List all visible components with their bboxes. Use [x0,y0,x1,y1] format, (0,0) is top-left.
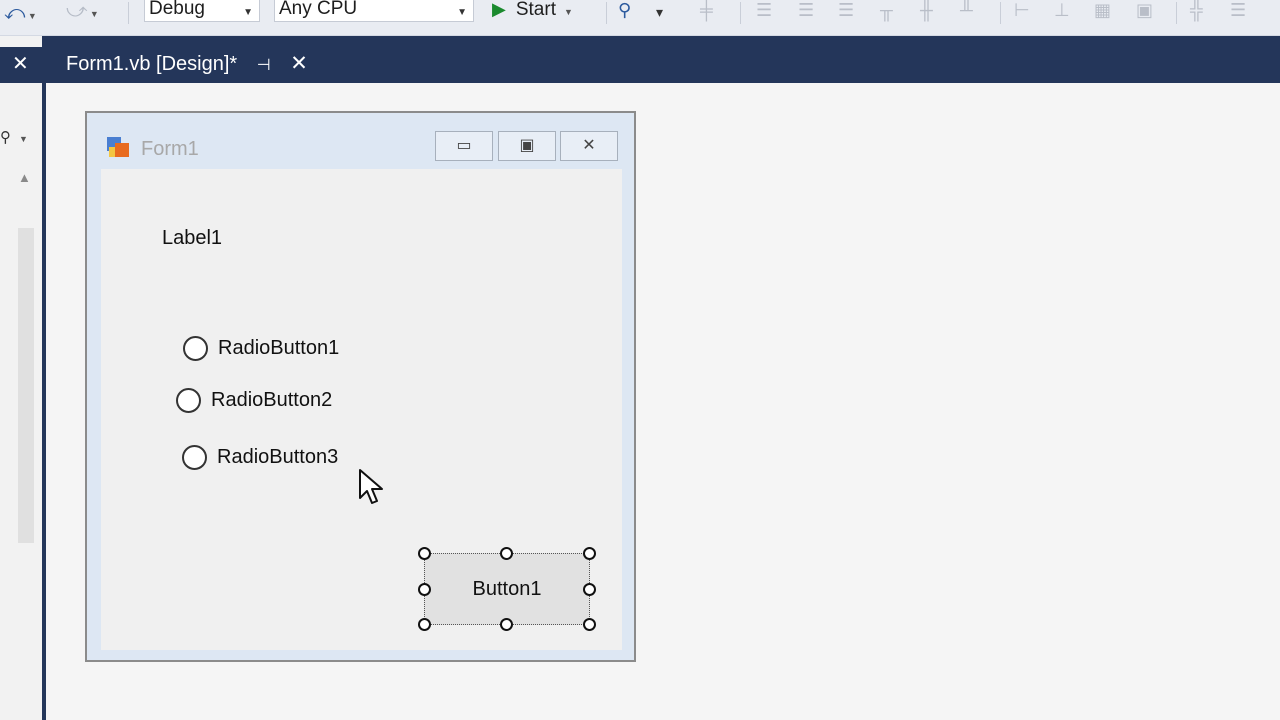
toolbar-separator [1000,2,1001,24]
resize-handle-top-right[interactable] [583,547,596,560]
search-dropdown-icon[interactable]: ▼ [19,134,28,144]
combo-caret-icon: ▼ [243,7,253,18]
start-dropdown-icon[interactable]: ▼ [564,7,573,17]
make-same-size-icon[interactable]: ▣ [1136,0,1153,20]
undo-button[interactable]: ⤺ ▼ [4,2,37,27]
pin-icon[interactable]: ⊣ [257,49,271,83]
maximize-button[interactable]: ▣ [498,131,556,161]
resize-handle-right[interactable] [583,583,596,596]
align-to-grid-icon[interactable]: ╪ [700,0,713,20]
main-toolbar: ⤺ ▼ ⤻ ▼ Debug ▼ Any CPU ▼ ▶ Start ▼ ⚲ ▾ ╪ … [0,0,1280,36]
radio-circle-icon [183,336,208,361]
radio-label: RadioButton2 [211,389,333,411]
close-icon: ✕ [582,137,596,154]
close-button[interactable]: ✕ [560,131,618,161]
resize-handle-top[interactable] [500,547,513,560]
toolbar-separator [740,2,741,24]
form-titlebar: Form1 ▭ ▣ ✕ [87,113,634,175]
maximize-icon: ▣ [519,137,535,154]
radio-button-3[interactable]: RadioButton3 [182,445,338,470]
size-to-grid-icon[interactable]: ▦ [1094,0,1111,20]
radio-button-2[interactable]: RadioButton2 [176,388,332,413]
mouse-cursor-icon [359,469,383,504]
toolbox-panel: ⚲ ▼ ▲ [0,36,46,720]
form-icon [107,137,129,159]
align-middles-icon[interactable]: ╫ [920,0,933,20]
button1[interactable]: Button1 [424,553,590,625]
make-same-width-icon[interactable]: ⊢ [1014,0,1030,20]
align-lefts-icon[interactable]: ☰ [756,0,772,20]
make-same-height-icon[interactable]: ⊥ [1054,0,1070,20]
resize-handle-bottom-right[interactable] [583,618,596,631]
minimize-button[interactable]: ▭ [435,131,493,161]
start-label: Start [515,0,556,20]
redo-dropdown-icon[interactable]: ▼ [87,9,99,19]
toolbox-header: ✕ [0,47,42,83]
toolbar-separator [1176,2,1177,24]
toolbox-search[interactable]: ⚲ ▼ [0,128,28,146]
radio-label: RadioButton3 [217,446,339,468]
radio-button-1[interactable]: RadioButton1 [183,336,339,361]
radio-circle-icon [182,445,207,470]
configuration-value: Debug [149,0,205,19]
search-icon: ⚲ [0,129,11,146]
scrollbar-thumb[interactable] [18,228,34,543]
align-rights-icon[interactable]: ☰ [838,0,854,20]
close-icon[interactable]: ✕ [290,47,308,81]
undo-dropdown-icon[interactable]: ▼ [25,11,37,21]
document-tab-bar: Form1.vb [Design]* ⊣ ✕ [46,36,1280,83]
align-centers-icon[interactable]: ☰ [798,0,814,20]
toolbar-separator [128,2,129,24]
toolbar-separator [606,2,607,24]
resize-handle-left[interactable] [418,583,431,596]
combo-caret-icon: ▼ [457,7,467,18]
horizontal-spacing-icon[interactable]: ╬ [1190,0,1203,20]
platform-combo[interactable]: Any CPU ▼ [274,0,474,22]
label1[interactable]: Label1 [162,227,222,249]
tab-title: Form1.vb [Design]* [66,53,238,75]
tab-form1-design[interactable]: Form1.vb [Design]* ⊣ ✕ [58,47,316,83]
align-bottoms-icon[interactable]: ╨ [960,0,973,20]
resize-handle-bottom-left[interactable] [418,618,431,631]
platform-value: Any CPU [279,0,358,19]
redo-button[interactable]: ⤻ ▼ [66,0,99,23]
toolbar-options-icon[interactable]: ▾ [656,4,663,21]
form-title: Form1 [141,138,199,160]
resize-handle-top-left[interactable] [418,547,431,560]
minimize-icon: ▭ [456,137,472,154]
close-icon[interactable]: ✕ [12,53,29,75]
play-icon: ▶ [492,0,506,19]
resize-handle-bottom[interactable] [500,618,513,631]
configuration-combo[interactable]: Debug ▼ [144,0,260,22]
start-button[interactable]: ▶ Start ▼ [492,0,573,22]
vertical-spacing-icon[interactable]: ☰ [1230,0,1246,20]
radio-label: RadioButton1 [218,337,340,359]
radio-circle-icon [176,388,201,413]
scroll-up-icon[interactable]: ▲ [18,170,31,185]
align-tops-icon[interactable]: ╥ [880,0,893,20]
find-icon[interactable]: ⚲ [618,0,631,21]
